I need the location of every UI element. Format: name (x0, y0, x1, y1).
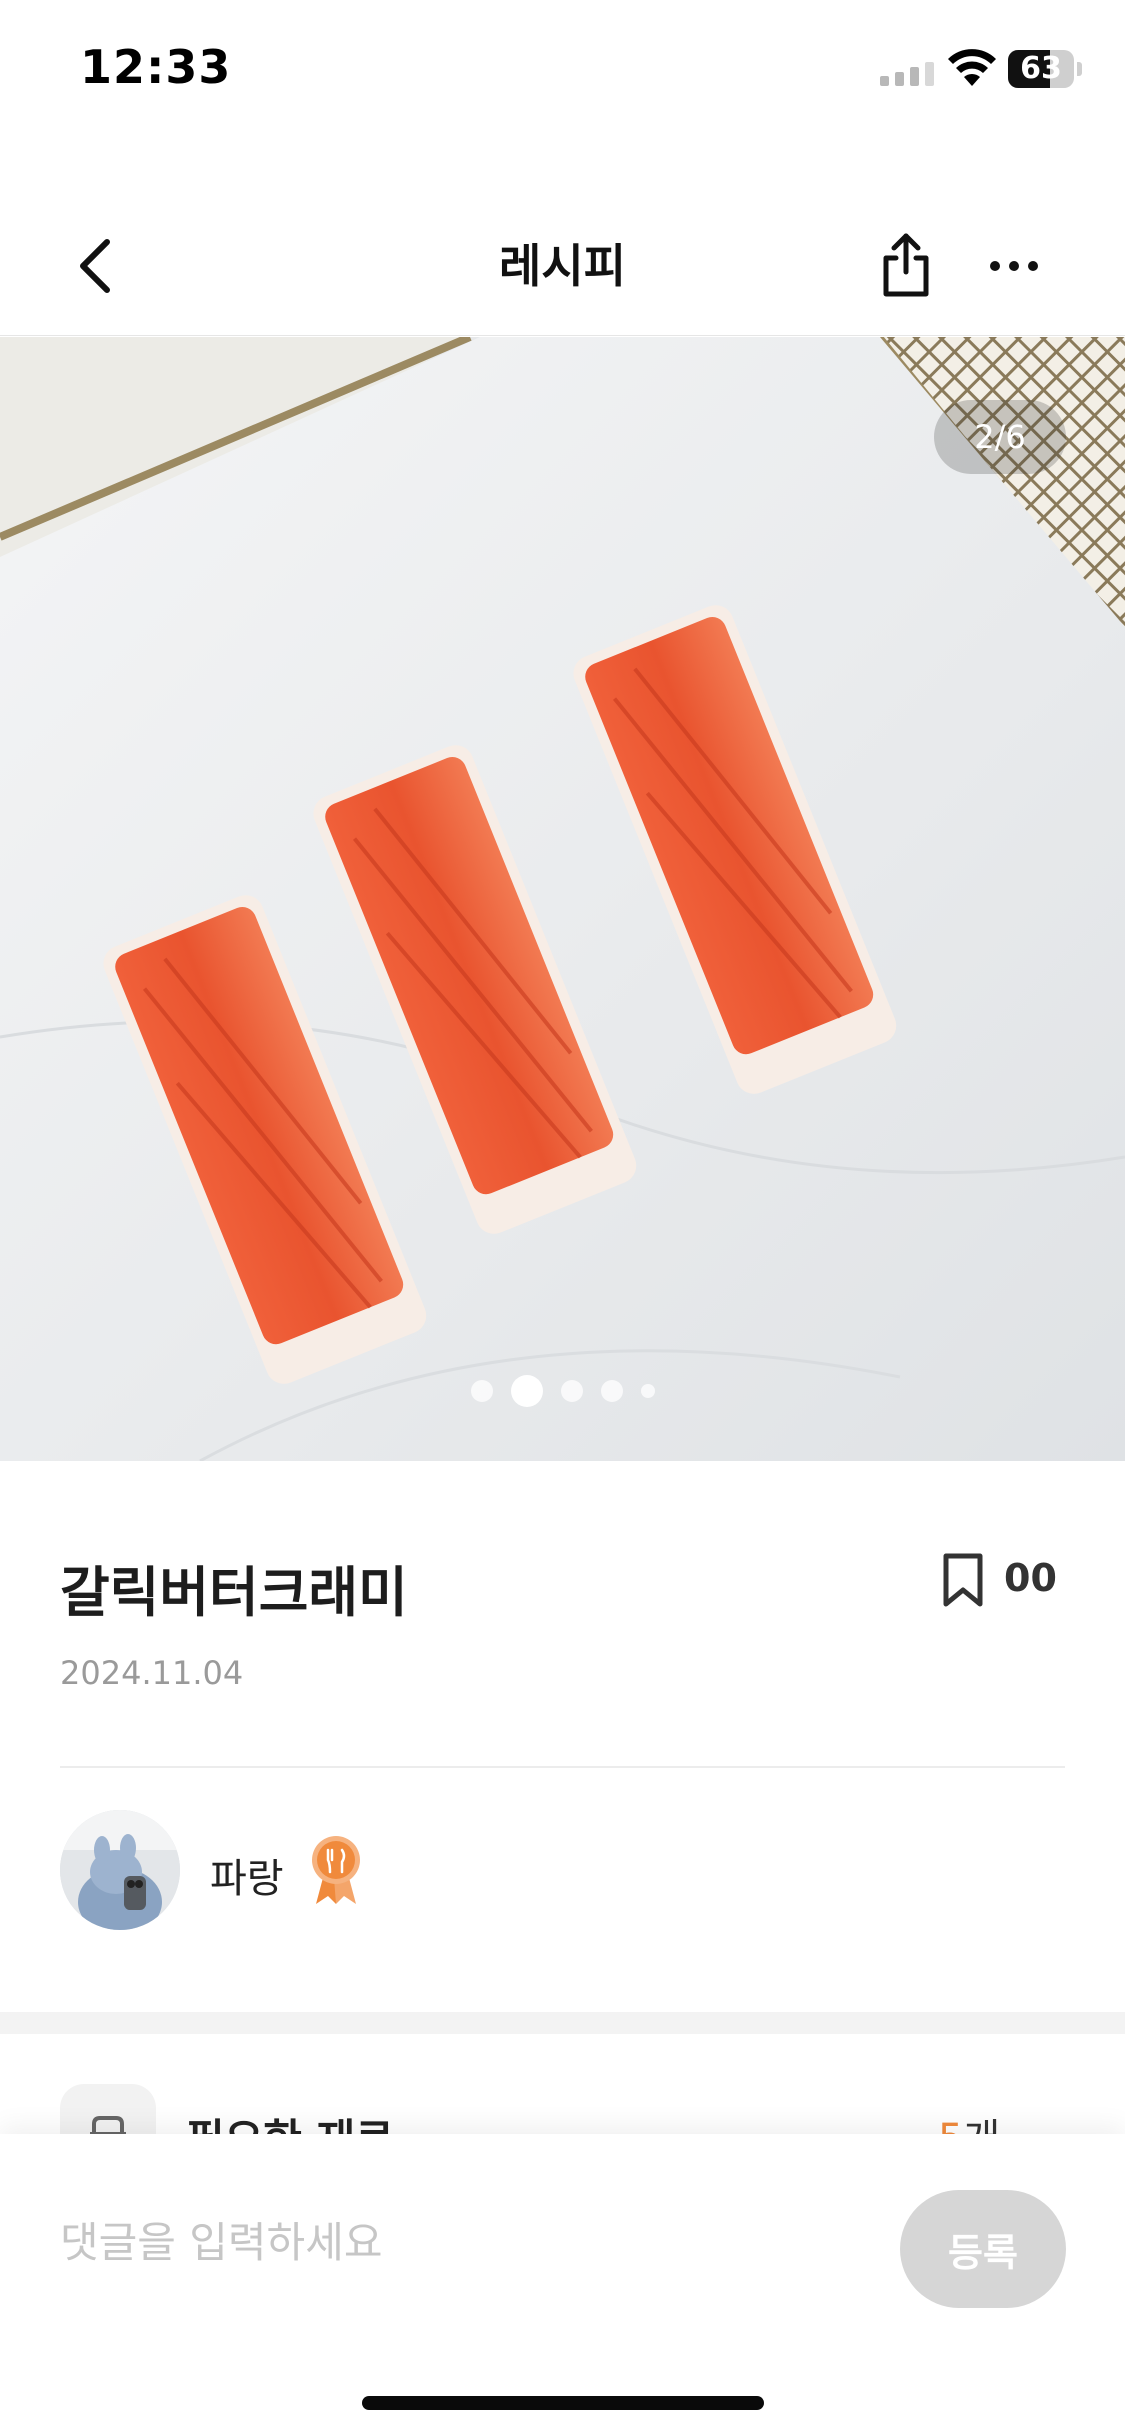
recipe-date: 2024.11.04 (60, 1654, 244, 1692)
bookmark-count: 00 (1004, 1556, 1057, 1600)
avatar[interactable] (60, 1810, 180, 1930)
pagination-dot[interactable] (600, 1380, 623, 1402)
share-button[interactable] (870, 220, 942, 310)
recipe-title: 갈릭버터크래미 (60, 1561, 408, 1624)
bookmark-icon[interactable] (938, 1552, 988, 1608)
chevron-left-icon (80, 239, 110, 293)
ingredients-title: 필요한 재료 (186, 2106, 394, 2134)
photo-pagination (0, 1375, 1125, 1407)
battery-icon: 63 (1008, 50, 1082, 88)
ingredients-count: 5개 (938, 2106, 1000, 2134)
more-horizontal-icon (990, 261, 1038, 271)
page-title: 레시피 (499, 239, 626, 293)
cart-icon (60, 2084, 156, 2134)
divider (60, 1766, 1065, 1768)
recipe-photo[interactable] (0, 337, 1125, 1461)
author-name[interactable]: 파랑 (210, 1846, 284, 1904)
comment-bar: 등록 (0, 2134, 1125, 2436)
pagination-dot[interactable] (560, 1380, 583, 1402)
photo-counter: 2/6 (934, 400, 1066, 474)
ingredients-count-unit: 개 (963, 2116, 1000, 2134)
more-button[interactable] (976, 226, 1052, 306)
status-time: 12:33 (80, 40, 232, 94)
battery-percent: 63 (1020, 51, 1062, 86)
chef-badge-icon (312, 1836, 360, 1904)
pagination-dot-active[interactable] (510, 1375, 543, 1407)
avatar-image (60, 1810, 180, 1930)
home-indicator (362, 2396, 764, 2410)
ingredients-header[interactable]: 필요한 재료 5개 (0, 2034, 1125, 2134)
back-button[interactable] (60, 224, 130, 308)
cellular-signal-icon (880, 62, 934, 86)
share-icon (883, 233, 929, 297)
comment-input[interactable] (60, 2202, 880, 2282)
section-separator (0, 2012, 1125, 2034)
wifi-icon (948, 49, 996, 86)
nav-header: 레시피 (0, 196, 1125, 336)
ingredients-count-number: 5 (938, 2116, 963, 2134)
submit-comment-button[interactable]: 등록 (900, 2190, 1066, 2308)
status-bar: 12:33 63 (0, 0, 1125, 140)
crab-stick-photo (0, 337, 1125, 1461)
pagination-dot[interactable] (470, 1380, 493, 1402)
pagination-dot[interactable] (640, 1384, 655, 1398)
